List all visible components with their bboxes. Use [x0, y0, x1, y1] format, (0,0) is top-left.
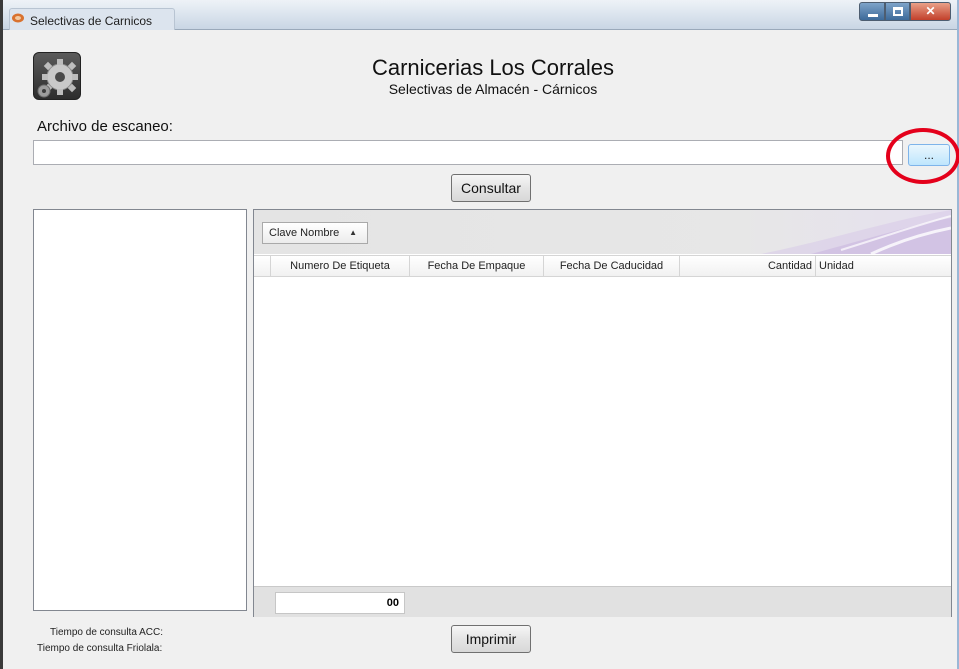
- file-path-input[interactable]: [33, 140, 903, 165]
- column-header-cantidad[interactable]: Cantidad: [680, 256, 816, 277]
- group-by-chip[interactable]: Clave Nombre ▲: [262, 222, 368, 244]
- window-title: Selectivas de Carnicos: [30, 14, 153, 28]
- file-label: Archivo de escaneo:: [37, 118, 173, 135]
- results-grid: Clave Nombre ▲ Numero De Etiqueta Fecha …: [253, 209, 952, 617]
- window-controls: ✕: [859, 2, 951, 22]
- sort-ascending-icon: ▲: [349, 228, 357, 237]
- minimize-icon: [868, 14, 878, 17]
- column-header-row: Numero De Etiqueta Fecha De Empaque Fech…: [254, 255, 951, 277]
- grid-body[interactable]: [254, 278, 951, 586]
- title-bar[interactable]: Selectivas de Carnicos ✕: [3, 0, 957, 30]
- minimize-button[interactable]: [859, 2, 885, 21]
- timing-acc-label: Tiempo de consulta ACC:: [50, 627, 164, 638]
- timing-friolala-label: Tiempo de consulta Friolala:: [37, 643, 163, 654]
- column-header-empaque[interactable]: Fecha De Empaque: [410, 256, 544, 277]
- grid-footer: 00: [254, 586, 951, 617]
- column-header-etiqueta[interactable]: Numero De Etiqueta: [271, 256, 410, 277]
- decorative-swoosh: [761, 210, 951, 254]
- app-window: Selectivas de Carnicos ✕ Carnicerias Los…: [0, 0, 959, 669]
- maximize-icon: [893, 7, 903, 16]
- footer-total: 00: [275, 592, 405, 614]
- company-subtitle: Selectivas de Almacén - Cárnicos: [388, 81, 598, 97]
- close-button[interactable]: ✕: [910, 2, 951, 21]
- app-meat-icon: [12, 13, 24, 23]
- close-icon: ✕: [925, 4, 936, 18]
- left-list-panel[interactable]: [33, 209, 247, 611]
- browse-button[interactable]: ...: [908, 144, 950, 166]
- column-header-caducidad[interactable]: Fecha De Caducidad: [544, 256, 680, 277]
- row-indicator-header: [254, 256, 271, 277]
- imprimir-button[interactable]: Imprimir: [451, 625, 531, 653]
- company-title: Carnicerias Los Corrales: [371, 55, 615, 80]
- group-by-panel: Clave Nombre ▲: [254, 210, 951, 254]
- maximize-button[interactable]: [885, 2, 910, 21]
- column-header-unidad[interactable]: Unidad: [816, 256, 951, 277]
- group-by-label: Clave Nombre: [269, 227, 340, 239]
- consultar-button[interactable]: Consultar: [451, 174, 531, 202]
